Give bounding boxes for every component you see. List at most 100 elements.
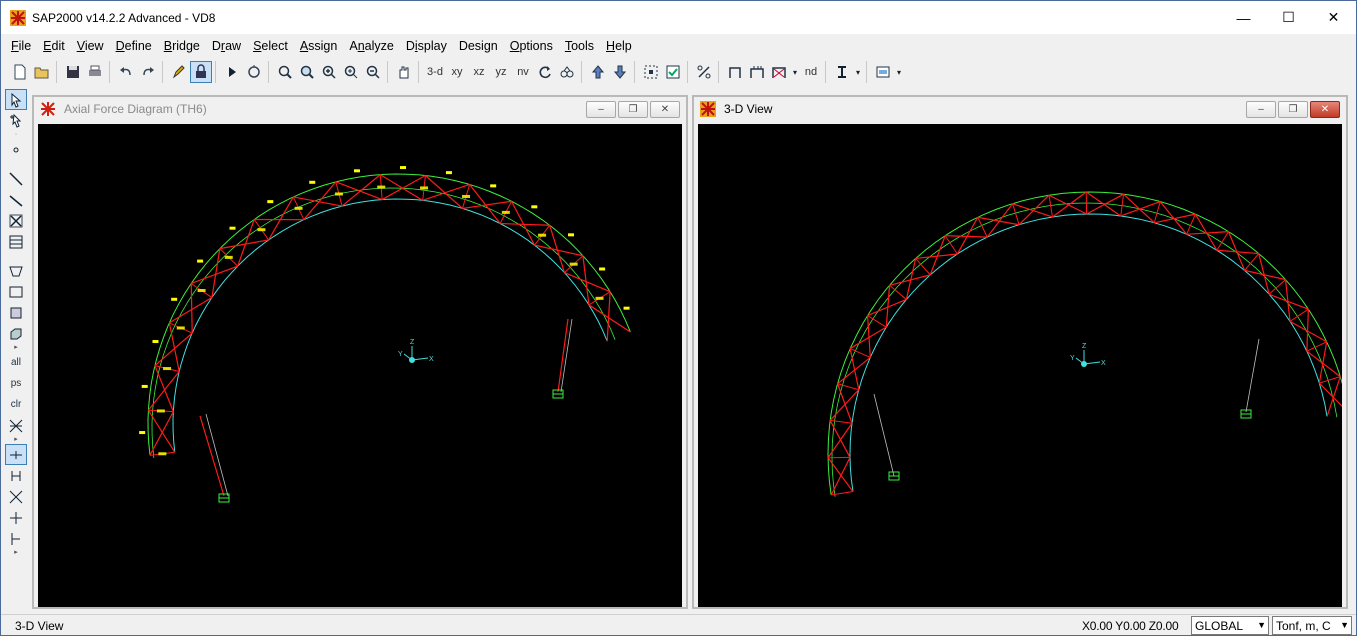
axial-force-window-titlebar[interactable]: Axial Force Diagram (TH6) – ❐ ✕ (34, 97, 686, 121)
rubberband-zoom-icon[interactable] (243, 61, 265, 83)
snap-point-icon[interactable] (5, 444, 27, 465)
minimize-button[interactable]: – (1246, 101, 1276, 118)
close-button[interactable]: ✕ (1311, 1, 1356, 34)
snap-perpendicular-icon[interactable] (5, 507, 27, 528)
menu-view[interactable]: View (71, 39, 110, 53)
z-axis-label: Z (410, 339, 415, 346)
menu-assign[interactable]: Assign (294, 39, 344, 53)
3d-view-canvas[interactable]: Z X Y (698, 124, 1342, 607)
nd-button[interactable]: nd (800, 61, 822, 83)
sap2000-logo-icon (700, 101, 716, 117)
view-nv-button[interactable]: nv (512, 61, 534, 83)
redo-icon[interactable] (137, 61, 159, 83)
save-icon[interactable] (62, 61, 84, 83)
reshape-icon[interactable] (5, 110, 27, 131)
section-icon[interactable] (831, 61, 853, 83)
pan-icon[interactable] (393, 61, 415, 83)
coordinate-system-select[interactable]: GLOBAL ▼ (1191, 616, 1269, 635)
restore-button[interactable]: ❐ (618, 101, 648, 118)
previous-selection-button[interactable]: ps (5, 373, 27, 394)
chevron-down-icon[interactable]: ▾ (894, 61, 904, 83)
snap-intersection-icon[interactable] (5, 486, 27, 507)
minimize-button[interactable]: — (1221, 1, 1266, 34)
3d-view-window-titlebar[interactable]: 3-D View – ❐ ✕ (694, 97, 1346, 121)
menu-display[interactable]: Display (400, 39, 453, 53)
menu-help[interactable]: Help (600, 39, 638, 53)
zoom-in-icon[interactable] (318, 61, 340, 83)
undo-icon[interactable] (115, 61, 137, 83)
menu-select[interactable]: Select (247, 39, 294, 53)
force-label (490, 184, 497, 188)
select-all-button[interactable]: all (5, 352, 27, 373)
pointer-icon[interactable] (5, 89, 27, 110)
view-xz-button[interactable]: xz (468, 61, 490, 83)
run-analysis-icon[interactable] (221, 61, 243, 83)
menu-edit[interactable]: Edit (37, 39, 71, 53)
snap-end-icon[interactable] (5, 465, 27, 486)
truss-diagonal (168, 322, 180, 372)
menu-bridge[interactable]: Bridge (158, 39, 206, 53)
force-label (294, 206, 303, 210)
draw-poly-area-icon[interactable] (5, 260, 27, 281)
units-select[interactable]: Tonf, m, C ▼ (1272, 616, 1352, 635)
3d-view-window[interactable]: 3-D View – ❐ ✕ Z X Y (692, 95, 1348, 609)
draw-solid-icon[interactable] (5, 323, 27, 344)
view-3d-button[interactable]: 3-d (424, 61, 446, 83)
open-folder-icon[interactable] (31, 61, 53, 83)
zoom-out-icon[interactable] (362, 61, 384, 83)
quick-draw-frame-icon[interactable] (5, 189, 27, 210)
view-xy-button[interactable]: xy (446, 61, 468, 83)
menu-analyze[interactable]: Analyze (343, 39, 399, 53)
percent-icon[interactable] (693, 61, 715, 83)
chevron-down-icon[interactable]: ▾ (853, 61, 863, 83)
move-down-icon[interactable] (609, 61, 631, 83)
draw-brace-icon[interactable] (5, 210, 27, 231)
view-yz-button[interactable]: yz (490, 61, 512, 83)
draw-grid-icon[interactable] (5, 231, 27, 252)
menu-define[interactable]: Define (110, 39, 158, 53)
chevron-down-icon[interactable]: ▾ (790, 61, 800, 83)
checkbox-icon[interactable] (662, 61, 684, 83)
print-icon[interactable] (84, 61, 106, 83)
z-axis-label: Z (1082, 343, 1087, 350)
maximize-button[interactable]: ☐ (1266, 1, 1311, 34)
intersect-select-icon[interactable] (5, 415, 27, 436)
menu-file[interactable]: File (5, 39, 37, 53)
move-up-icon[interactable] (587, 61, 609, 83)
close-button[interactable]: ✕ (650, 101, 680, 118)
display-options-icon[interactable] (872, 61, 894, 83)
zoom-full-icon[interactable] (296, 61, 318, 83)
frame-load-icon[interactable] (746, 61, 768, 83)
frame-icon[interactable] (724, 61, 746, 83)
force-label (568, 233, 575, 237)
menu-tools[interactable]: Tools (559, 39, 600, 53)
restore-button[interactable]: ❐ (1278, 101, 1308, 118)
axial-force-window[interactable]: Axial Force Diagram (TH6) – ❐ ✕ Z X Y (32, 95, 688, 609)
zoom-in-step-icon[interactable] (340, 61, 362, 83)
menu-options[interactable]: Options (504, 39, 559, 53)
column (205, 413, 229, 497)
quick-draw-area-icon[interactable] (5, 302, 27, 323)
truss-diagonal (422, 183, 470, 201)
draw-frame-icon[interactable] (5, 168, 27, 189)
lock-icon[interactable] (190, 61, 212, 83)
snap-line-icon[interactable] (5, 528, 27, 549)
draw-rect-area-icon[interactable] (5, 281, 27, 302)
close-button[interactable]: ✕ (1310, 101, 1340, 118)
force-label (623, 306, 630, 310)
select-object-icon[interactable] (640, 61, 662, 83)
axial-force-canvas[interactable]: Z X Y (38, 124, 682, 607)
draw-point-icon[interactable] (5, 139, 27, 160)
perspective-icon[interactable] (556, 61, 578, 83)
truss-diagonal (1318, 341, 1328, 384)
truss-diagonal (1120, 201, 1161, 217)
menu-design[interactable]: Design (453, 39, 504, 53)
pencil-icon[interactable] (168, 61, 190, 83)
clear-selection-button[interactable]: clr (5, 394, 27, 415)
menu-draw[interactable]: Draw (206, 39, 247, 53)
zoom-window-icon[interactable] (274, 61, 296, 83)
frame-release-icon[interactable] (768, 61, 790, 83)
minimize-button[interactable]: – (586, 101, 616, 118)
new-file-icon[interactable] (9, 61, 31, 83)
rotate-3d-icon[interactable] (534, 61, 556, 83)
